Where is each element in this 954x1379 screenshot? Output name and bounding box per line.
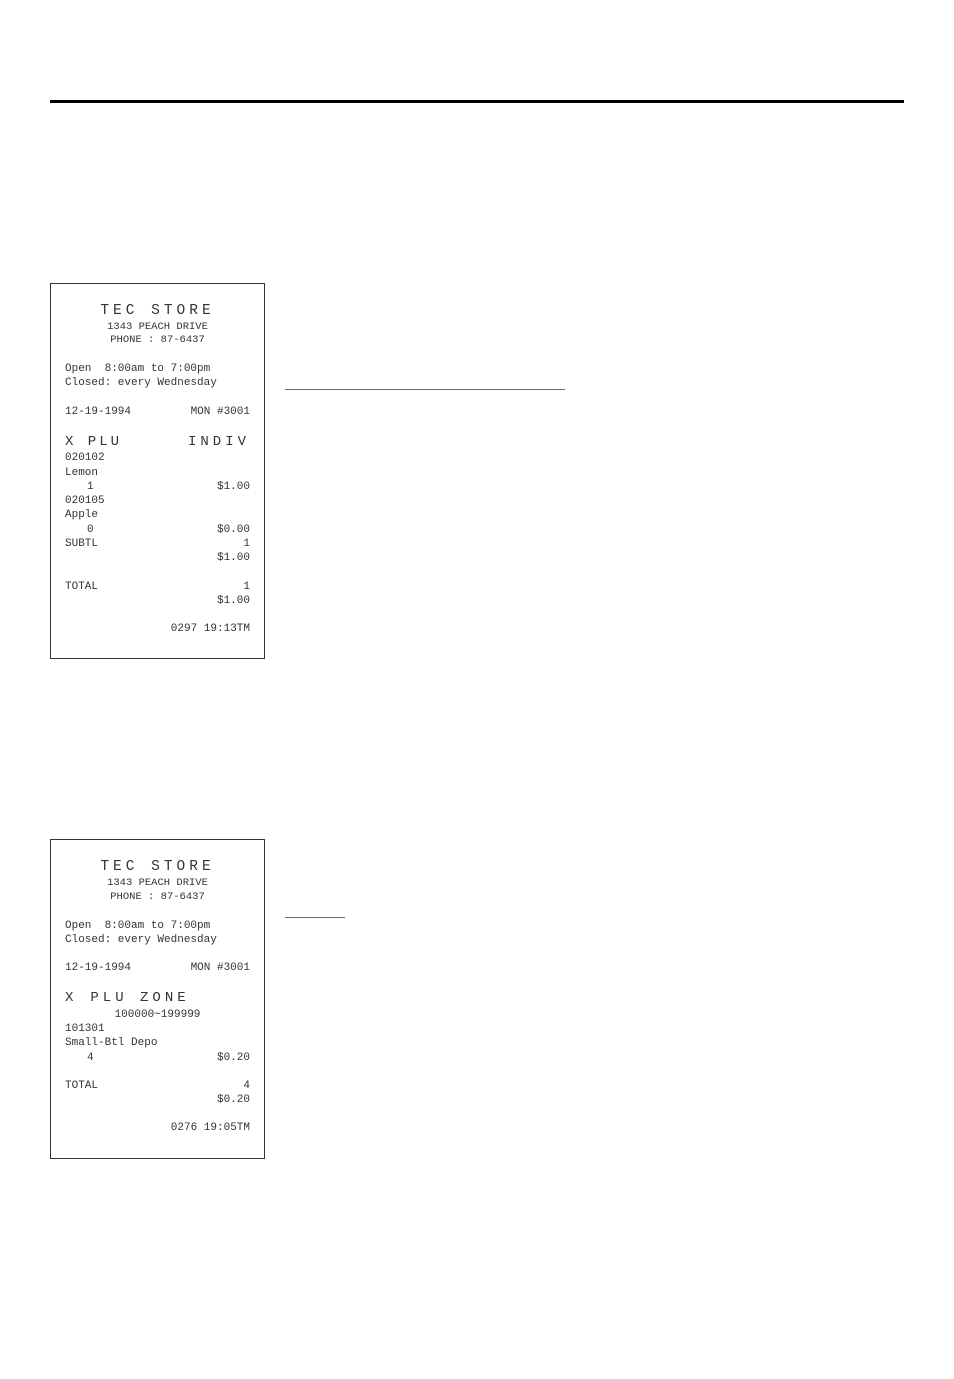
plu-name: Lemon (65, 466, 250, 480)
date-line: 12-19-1994 MON #3001 (65, 961, 250, 975)
closed-line: Closed: every Wednesday (65, 933, 250, 947)
receipt-indiv: TEC STORE 1343 PEACH DRIVE PHONE : 87-64… (50, 283, 265, 659)
plu-amount: $0.20 (217, 1051, 250, 1065)
plu-line: 4 $0.20 (65, 1051, 250, 1065)
store-name: TEC STORE (65, 858, 250, 877)
store-phone: PHONE : 87-6437 (65, 334, 250, 348)
receipt-zone: TEC STORE 1343 PEACH DRIVE PHONE : 87-64… (50, 839, 265, 1158)
open-hours: Open 8:00am to 7:00pm (65, 362, 250, 376)
store-name: TEC STORE (65, 302, 250, 321)
date-line: 12-19-1994 MON #3001 (65, 405, 250, 419)
plu-code: 020102 (65, 451, 250, 465)
zone-range: 100000~199999 (65, 1008, 250, 1022)
total-qty-line: TOTAL 1 (65, 580, 250, 594)
total-amount: $0.20 (65, 1093, 250, 1107)
plu-qty: 0 (65, 523, 94, 537)
plu-amount: $1.00 (217, 480, 250, 494)
receipt-footer: 0297 19:13TM (65, 622, 250, 636)
plu-code: 101301 (65, 1022, 250, 1036)
subtotal-amount: $1.00 (65, 551, 250, 565)
subtotal-qty: 1 (243, 537, 250, 551)
subtotal-qty-line: SUBTL 1 (65, 537, 250, 551)
plu-qty: 1 (65, 480, 94, 494)
annotation-line (285, 917, 345, 918)
plu-line: 1 $1.00 (65, 480, 250, 494)
total-qty-line: TOTAL 4 (65, 1079, 250, 1093)
open-hours: Open 8:00am to 7:00pm (65, 919, 250, 933)
day-register: MON #3001 (191, 405, 250, 419)
report-title: X PLU INDIV (65, 433, 250, 451)
plu-code: 020105 (65, 494, 250, 508)
store-address: 1343 PEACH DRIVE (65, 877, 250, 891)
report-title: X PLU ZONE (65, 989, 250, 1007)
total-amount: $1.00 (65, 594, 250, 608)
indiv-receipt-section: TEC STORE 1343 PEACH DRIVE PHONE : 87-64… (50, 283, 904, 659)
plu-amount: $0.00 (217, 523, 250, 537)
date: 12-19-1994 (65, 961, 131, 975)
zone-receipt-section: TEC STORE 1343 PEACH DRIVE PHONE : 87-64… (50, 839, 904, 1158)
annotation-line (285, 389, 565, 390)
closed-line: Closed: every Wednesday (65, 376, 250, 390)
plu-name: Apple (65, 508, 250, 522)
day-register: MON #3001 (191, 961, 250, 975)
plu-qty: 4 (65, 1051, 94, 1065)
total-qty: 4 (243, 1079, 250, 1093)
receipt-footer: 0276 19:05TM (65, 1121, 250, 1135)
date: 12-19-1994 (65, 405, 131, 419)
plu-line: 0 $0.00 (65, 523, 250, 537)
page-top-rule (50, 100, 904, 103)
title-left: X PLU (65, 433, 122, 451)
total-qty: 1 (243, 580, 250, 594)
store-phone: PHONE : 87-6437 (65, 891, 250, 905)
title-right: PLU ZONE (90, 989, 189, 1007)
total-label: TOTAL (65, 1079, 98, 1093)
subtotal-label: SUBTL (65, 537, 98, 551)
store-address: 1343 PEACH DRIVE (65, 321, 250, 335)
total-label: TOTAL (65, 580, 98, 594)
plu-name: Small-Btl Depo (65, 1036, 250, 1050)
title-left: X (65, 989, 76, 1007)
title-right: INDIV (188, 433, 250, 451)
